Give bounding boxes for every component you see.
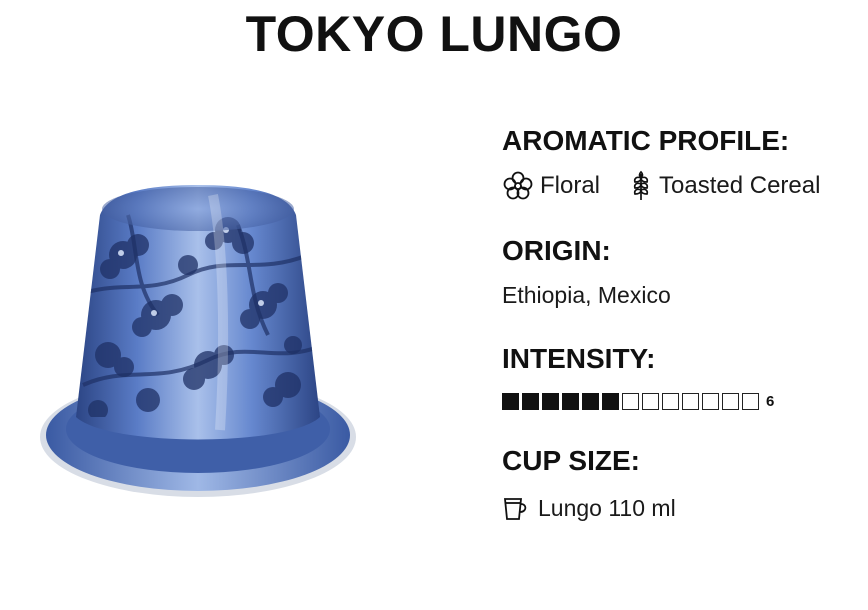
aroma-notes: Floral Toasted Cereal: [502, 170, 868, 202]
capsule-illustration: [40, 185, 356, 497]
product-title: TOKYO LUNGO: [245, 6, 623, 62]
intensity-square-empty: [722, 392, 739, 410]
intensity-square-filled: [502, 392, 519, 410]
intensity-value: 6: [766, 392, 775, 410]
intensity-section: INTENSITY: 6: [502, 340, 868, 412]
intensity-square-empty: [742, 392, 759, 410]
intensity-square-empty: [642, 392, 659, 410]
capsule-image: [38, 185, 358, 515]
cup-icon: [502, 494, 530, 522]
intensity-square-filled: [602, 392, 619, 410]
origin-section: ORIGIN: Ethiopia, Mexico: [502, 232, 868, 310]
intensity-squares: [502, 392, 762, 410]
intensity-square-empty: [622, 392, 639, 410]
intensity-square-filled: [542, 392, 559, 410]
aroma-note-label: Toasted Cereal: [659, 172, 821, 199]
intensity-square-empty: [662, 392, 679, 410]
intensity-square-filled: [522, 392, 539, 410]
origin-value: Ethiopia, Mexico: [502, 282, 671, 308]
aroma-note-floral: Floral: [502, 170, 600, 202]
cup-size-row: Lungo 110 ml: [502, 494, 868, 522]
intensity-square-filled: [562, 392, 579, 410]
product-info: AROMATIC PROFILE: Floral Toasted Cereal …: [502, 122, 868, 522]
aromatic-profile-heading: AROMATIC PROFILE:: [502, 125, 790, 156]
aroma-note-label: Floral: [540, 172, 601, 199]
aromatic-profile-section: AROMATIC PROFILE: Floral Toasted Cereal: [502, 122, 868, 202]
cup-size-heading: CUP SIZE:: [502, 445, 640, 476]
wheat-icon: [628, 170, 654, 202]
aroma-note-toasted-cereal: Toasted Cereal: [628, 170, 820, 202]
intensity-square-empty: [682, 392, 699, 410]
intensity-meter: 6: [502, 390, 868, 412]
cup-size-section: CUP SIZE: Lungo 110 ml: [502, 442, 868, 522]
cup-size-value: Lungo 110 ml: [538, 494, 676, 521]
intensity-square-empty: [702, 392, 719, 410]
intensity-heading: INTENSITY:: [502, 343, 656, 374]
intensity-square-filled: [582, 392, 599, 410]
origin-heading: ORIGIN:: [502, 235, 611, 266]
flower-icon: [502, 170, 534, 202]
